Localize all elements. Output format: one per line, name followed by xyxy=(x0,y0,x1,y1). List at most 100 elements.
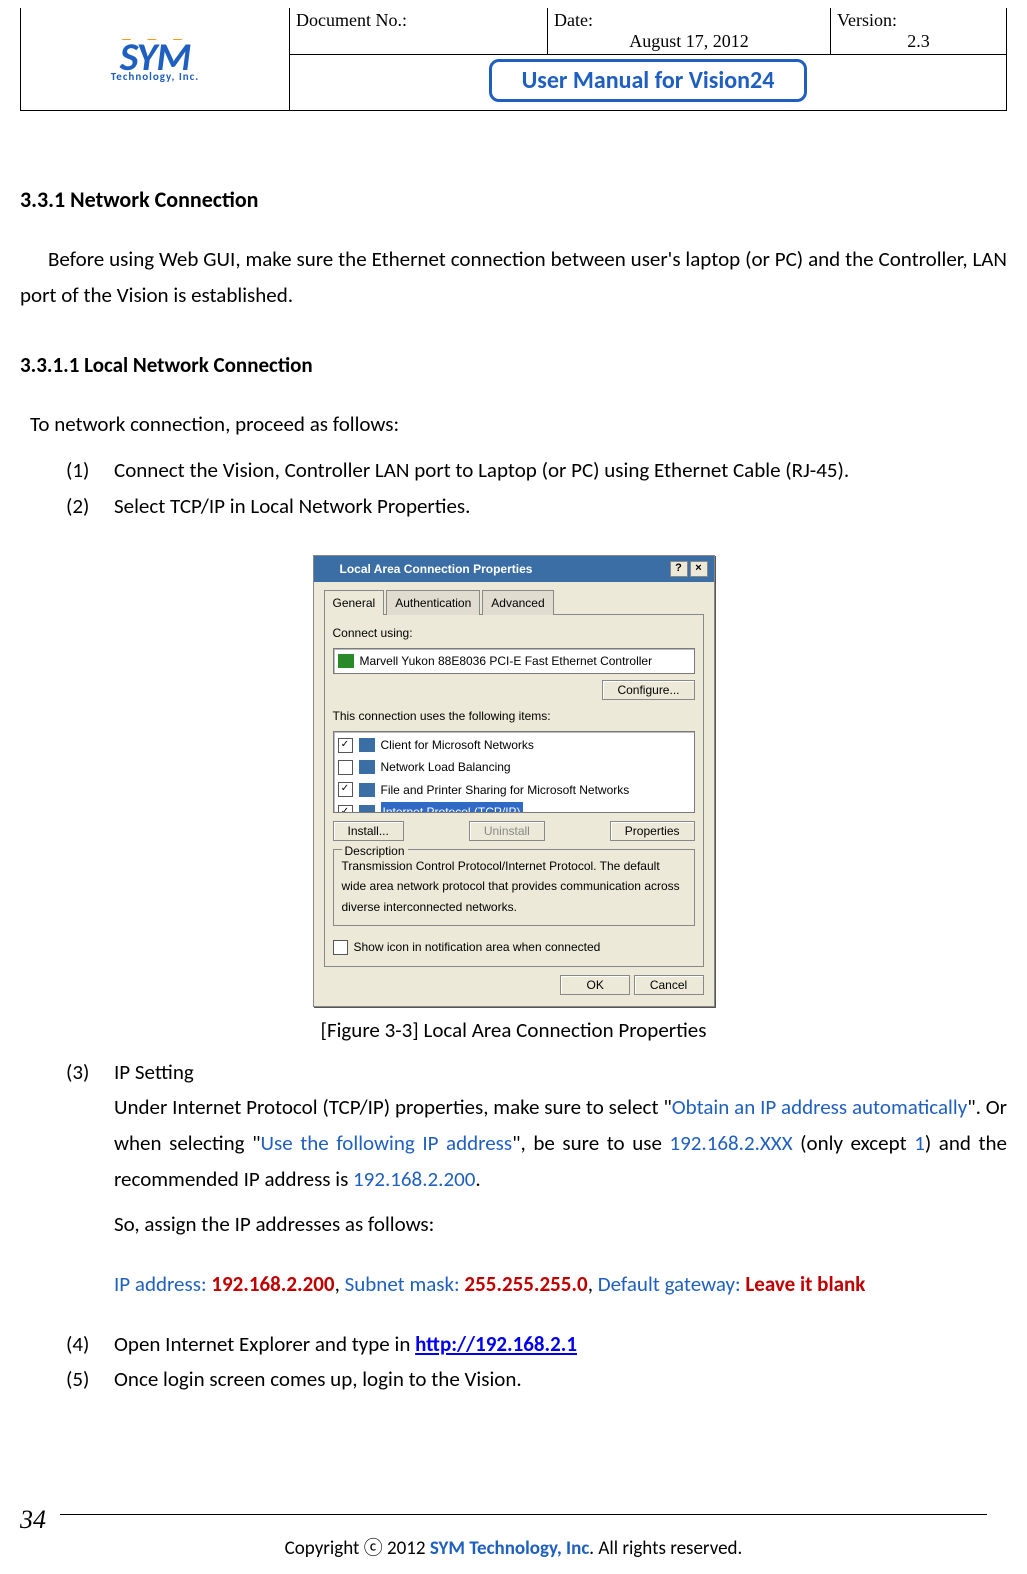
text: . All rights reserved. xyxy=(589,1537,742,1560)
checkbox-icon[interactable] xyxy=(333,940,348,955)
show-icon-label: Show icon in notification area when conn… xyxy=(354,937,601,957)
item-label: Client for Microsoft Networks xyxy=(381,735,534,755)
page-footer: 34 Copyright ⓒ 2012 SYM Technology, Inc.… xyxy=(20,1505,1007,1560)
step-number: (5) xyxy=(66,1362,114,1398)
ip-address-label: IP address xyxy=(114,1271,201,1297)
copyright-icon: ⓒ xyxy=(364,1537,383,1560)
list-item-selected[interactable]: Internet Protocol (TCP/IP) xyxy=(338,801,690,813)
description-text: Transmission Control Protocol/Internet P… xyxy=(342,856,686,917)
properties-button[interactable]: Properties xyxy=(610,821,695,841)
url-link[interactable]: http://192.168.2.1 xyxy=(415,1331,577,1357)
logo: — — — SYM Technology, Inc. xyxy=(111,36,199,82)
date-label: Date: xyxy=(554,10,824,31)
close-button[interactable]: × xyxy=(690,561,708,577)
component-icon xyxy=(359,805,375,813)
text: 2012 xyxy=(383,1537,430,1560)
install-button[interactable]: Install... xyxy=(333,821,404,841)
tab-strip: General Authentication Advanced xyxy=(324,590,704,615)
configure-button[interactable]: Configure... xyxy=(602,680,694,700)
adapter-field[interactable]: Marvell Yukon 88E8036 PCI-E Fast Etherne… xyxy=(333,648,695,674)
text: Copyright xyxy=(285,1537,364,1560)
component-icon xyxy=(359,783,375,797)
logo-sub: Technology, Inc. xyxy=(111,73,199,82)
subnet-mask-label: Subnet mask xyxy=(345,1271,454,1297)
text: (only except xyxy=(793,1130,915,1156)
help-button[interactable]: ? xyxy=(670,561,688,577)
highlight: Obtain an IP address automatically xyxy=(672,1094,967,1120)
text: Open Internet Explorer and type in xyxy=(114,1331,415,1357)
list-item[interactable]: File and Printer Sharing for Microsoft N… xyxy=(338,779,690,801)
items-listbox[interactable]: Client for Microsoft Networks Network Lo… xyxy=(333,731,695,813)
page-number: 34 xyxy=(20,1505,46,1535)
ip-settings-line: IP address: 192.168.2.200, Subnet mask: … xyxy=(114,1267,1007,1303)
figure-caption: [Figure 3-3] Local Area Connection Prope… xyxy=(20,1013,1007,1049)
step-number: (1) xyxy=(66,453,114,489)
item-label: Internet Protocol (TCP/IP) xyxy=(381,802,523,813)
figure-3-3: Local Area Connection Properties ? × Gen… xyxy=(20,555,1007,1007)
text: Under Internet Protocol (TCP/IP) propert… xyxy=(114,1094,672,1120)
tab-general[interactable]: General xyxy=(324,590,385,615)
dialog-titlebar[interactable]: Local Area Connection Properties ? × xyxy=(314,556,714,582)
checkbox-icon[interactable] xyxy=(338,782,353,797)
date-value: August 17, 2012 xyxy=(554,31,824,52)
gateway-label: Default gateway xyxy=(598,1271,735,1297)
version-cell: Version: 2.3 xyxy=(831,8,1006,54)
step-list-cont: (3) IP Setting Under Internet Protocol (… xyxy=(66,1055,1007,1399)
step-4: (4) Open Internet Explorer and type in h… xyxy=(66,1327,1007,1363)
step-text: Once login screen comes up, login to the… xyxy=(114,1362,1007,1398)
text: . xyxy=(475,1166,480,1192)
checkbox-icon[interactable] xyxy=(338,805,353,813)
docno-label: Document No.: xyxy=(296,10,541,31)
copyright: Copyright ⓒ 2012 SYM Technology, Inc. Al… xyxy=(20,1533,1007,1560)
dialog-title-text: Local Area Connection Properties xyxy=(340,559,668,579)
content: 3.3.1 Network Connection Before using We… xyxy=(20,111,1007,1398)
item-label: File and Printer Sharing for Microsoft N… xyxy=(381,780,630,800)
version-label: Version: xyxy=(837,10,1000,31)
network-icon xyxy=(320,562,336,576)
step-number: (2) xyxy=(66,489,114,525)
item-label: Network Load Balancing xyxy=(381,757,511,777)
component-icon xyxy=(359,738,375,752)
step-1: (1) Connect the Vision, Controller LAN p… xyxy=(66,453,1007,489)
proceed-paragraph: To network connection, proceed as follow… xyxy=(30,407,1007,443)
component-icon xyxy=(359,760,375,774)
step-number: (4) xyxy=(66,1327,114,1363)
logo-cell: — — — SYM Technology, Inc. xyxy=(21,8,290,110)
date-cell: Date: August 17, 2012 xyxy=(548,8,831,54)
step-3: (3) IP Setting xyxy=(66,1055,1007,1091)
tab-advanced[interactable]: Advanced xyxy=(482,590,553,615)
footer-rule xyxy=(60,1514,987,1515)
company-name: SYM Technology, Inc xyxy=(430,1537,589,1560)
tab-authentication[interactable]: Authentication xyxy=(386,590,480,615)
adapter-name: Marvell Yukon 88E8036 PCI-E Fast Etherne… xyxy=(360,651,653,671)
description-group: Description Transmission Control Protoco… xyxy=(333,849,695,926)
doc-title: User Manual for Vision24 xyxy=(489,59,808,102)
checkbox-icon[interactable] xyxy=(338,760,353,775)
uninstall-button[interactable]: Uninstall xyxy=(469,821,545,841)
doc-header: — — — SYM Technology, Inc. Document No.:… xyxy=(20,8,1007,111)
items-label: This connection uses the following items… xyxy=(333,706,695,726)
docno-cell: Document No.: xyxy=(290,8,548,54)
list-item[interactable]: Network Load Balancing xyxy=(338,756,690,778)
gateway-value: Leave it blank xyxy=(745,1271,865,1297)
intro-paragraph: Before using Web GUI, make sure the Ethe… xyxy=(20,242,1007,313)
list-item[interactable]: Client for Microsoft Networks xyxy=(338,734,690,756)
text: ", be sure to use xyxy=(512,1130,669,1156)
tab-panel-general: Connect using: Marvell Yukon 88E8036 PCI… xyxy=(324,614,704,967)
step-text: Open Internet Explorer and type in http:… xyxy=(114,1327,1007,1363)
version-value: 2.3 xyxy=(837,31,1000,52)
heading-3-3-1: 3.3.1 Network Connection xyxy=(20,181,1007,218)
show-icon-row[interactable]: Show icon in notification area when conn… xyxy=(333,936,695,958)
step-list: (1) Connect the Vision, Controller LAN p… xyxy=(66,453,1007,524)
subnet-mask-value: 255.255.255.0 xyxy=(464,1271,587,1297)
heading-3-3-1-1: 3.3.1.1 Local Network Connection xyxy=(20,348,1007,384)
ok-button[interactable]: OK xyxy=(560,975,630,995)
lan-properties-dialog: Local Area Connection Properties ? × Gen… xyxy=(313,555,715,1007)
ip-address-value: 192.168.2.200 xyxy=(211,1271,334,1297)
connect-using-label: Connect using: xyxy=(333,623,695,643)
cancel-button[interactable]: Cancel xyxy=(634,975,704,995)
checkbox-icon[interactable] xyxy=(338,738,353,753)
step-5: (5) Once login screen comes up, login to… xyxy=(66,1362,1007,1398)
step-2: (2) Select TCP/IP in Local Network Prope… xyxy=(66,489,1007,525)
step-text: Select TCP/IP in Local Network Propertie… xyxy=(114,489,1007,525)
